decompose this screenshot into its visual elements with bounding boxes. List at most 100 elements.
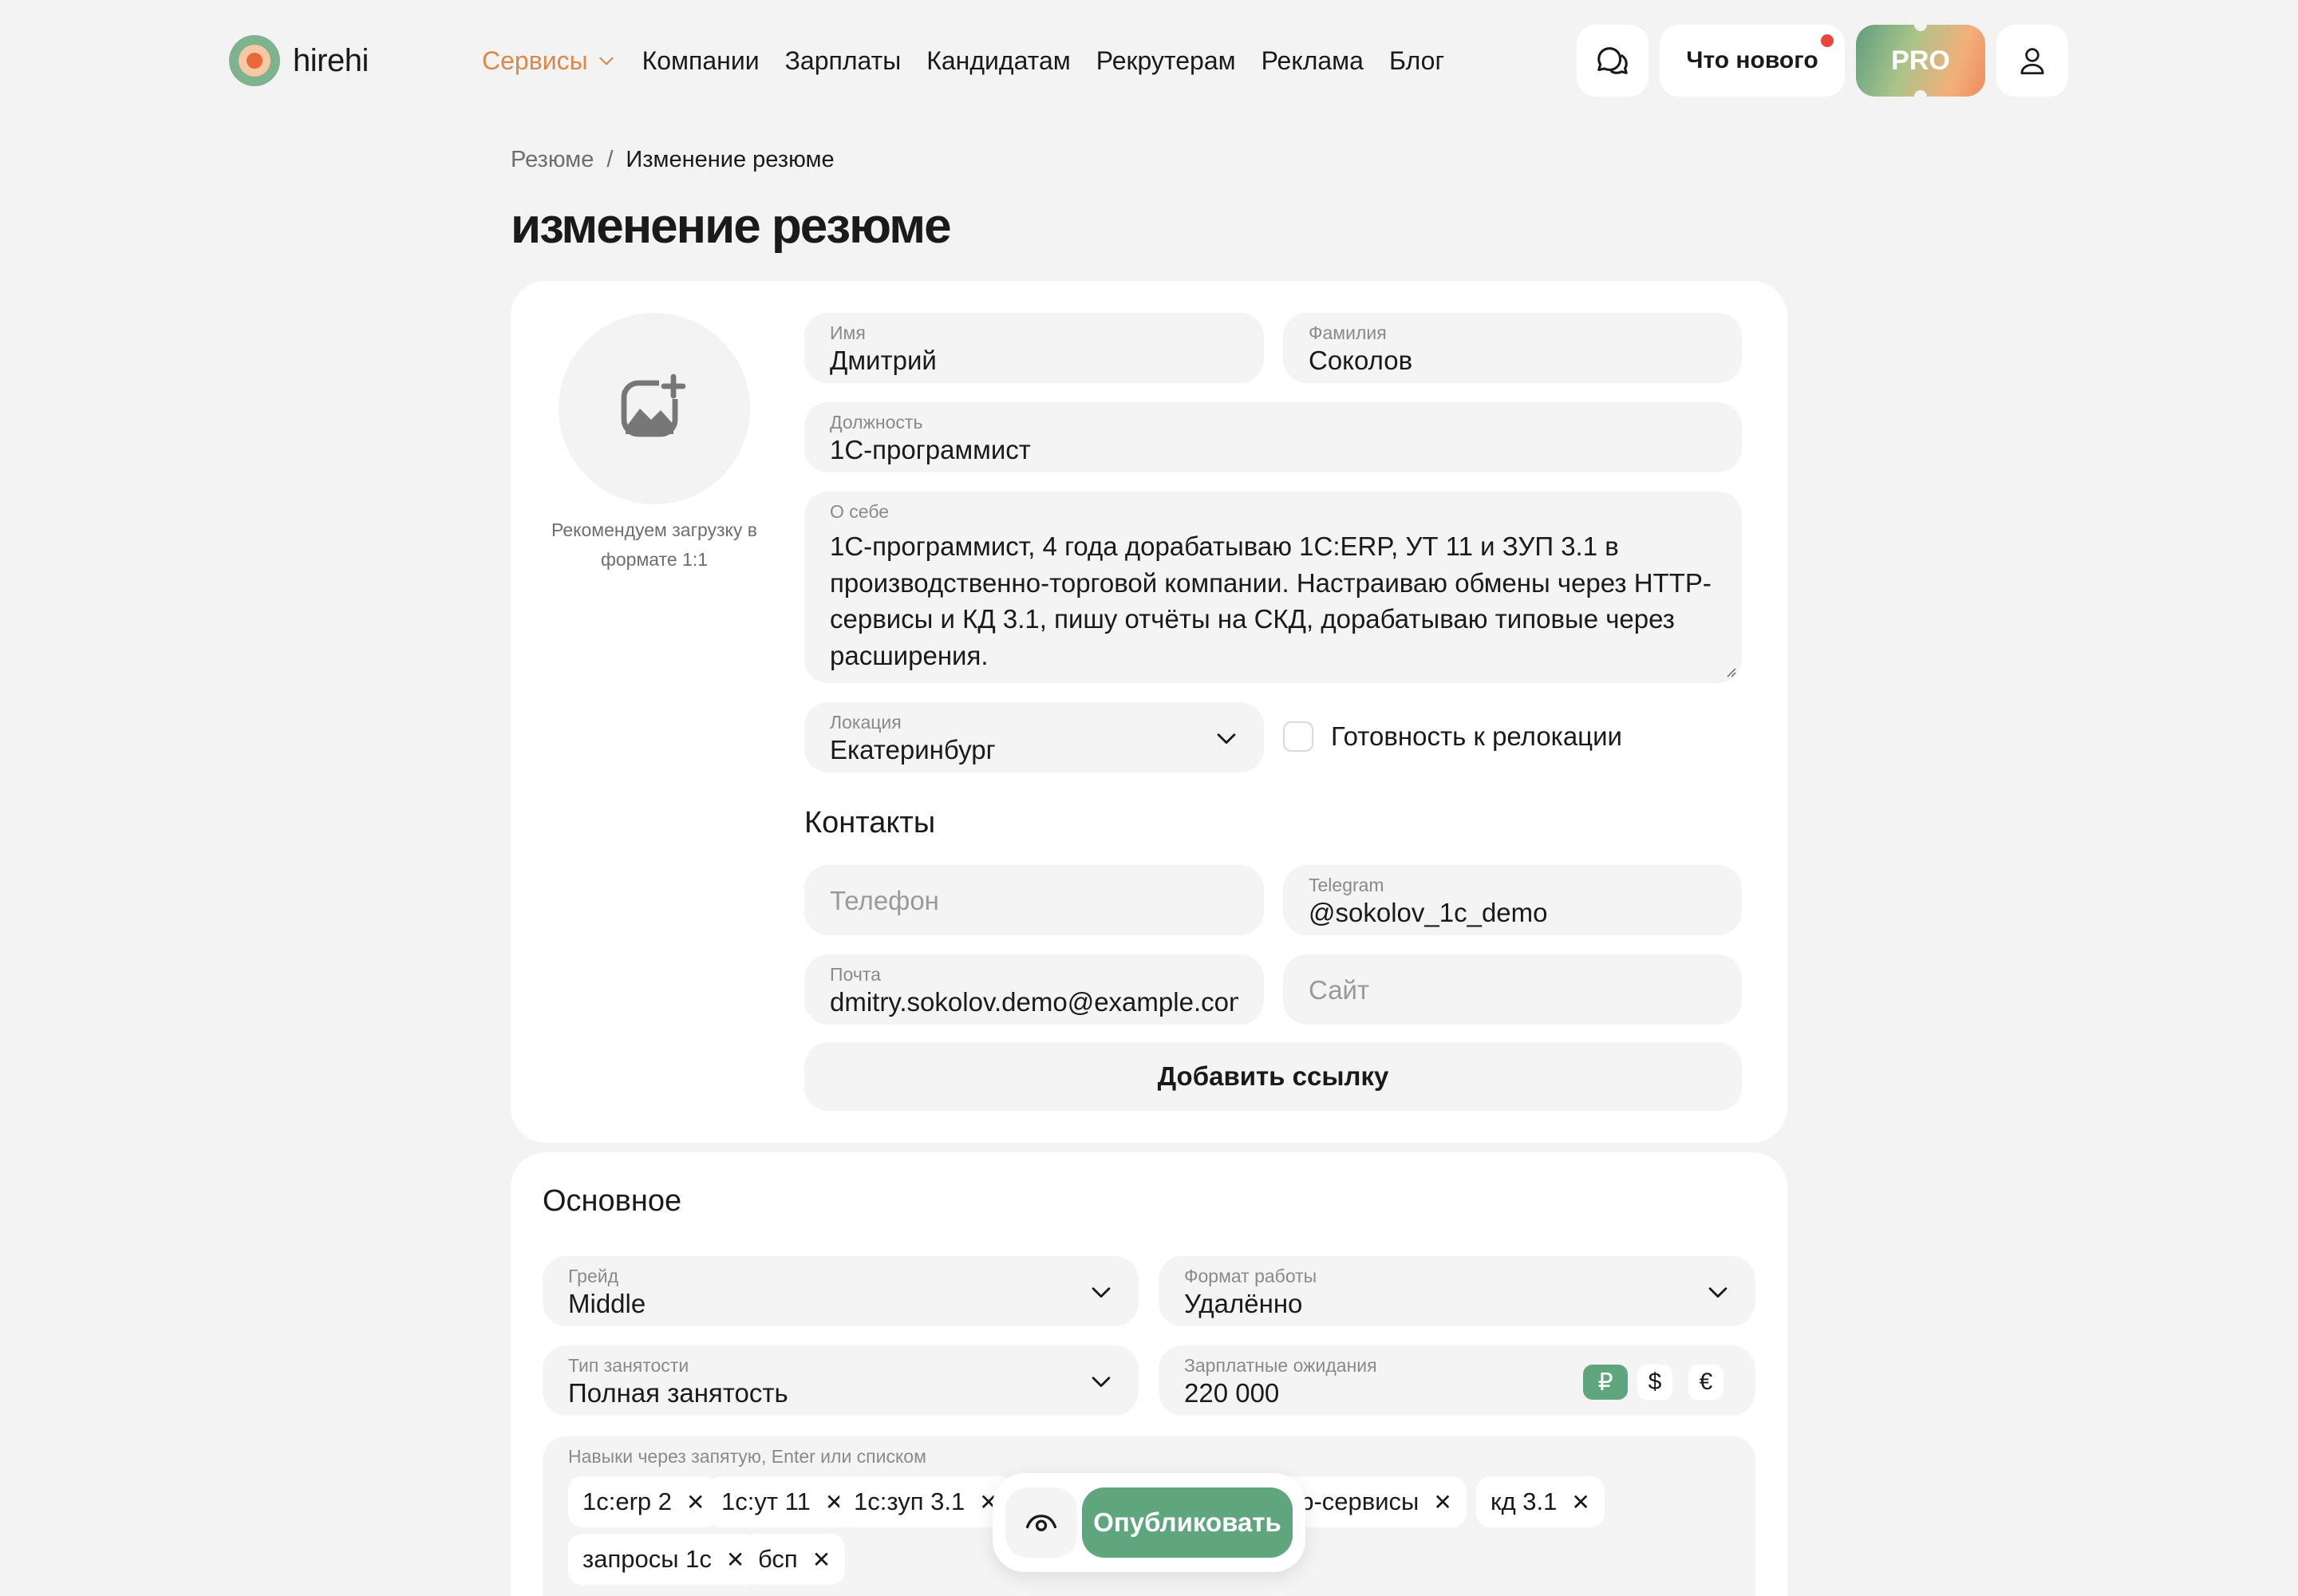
- position-field[interactable]: Должность 1С-программист: [804, 402, 1742, 472]
- email-input[interactable]: Почта dmitry.sokolov.demo@example.com: [804, 954, 1264, 1025]
- preview-button[interactable]: [1005, 1487, 1077, 1558]
- basics-heading: Основное: [543, 1184, 682, 1218]
- work-format-select[interactable]: Формат работы Удалённо: [1159, 1256, 1755, 1326]
- currency-eur-button[interactable]: €: [1688, 1365, 1724, 1400]
- eye-icon: [1025, 1515, 1057, 1531]
- logo-mark-icon: [229, 35, 280, 86]
- remove-skill-icon[interactable]: ✕: [686, 1489, 705, 1515]
- nav-item-ads[interactable]: Реклама: [1262, 46, 1364, 76]
- skill-chip: 1с:erp 2 ✕: [568, 1476, 720, 1527]
- about-textarea[interactable]: О себе 1С-программист, 4 года дорабатыва…: [804, 492, 1742, 683]
- grade-label: Грейд: [568, 1266, 619, 1286]
- nav-item-candidates[interactable]: Кандидатам: [926, 46, 1071, 76]
- first-name-label: Имя: [830, 322, 866, 343]
- telegram-value: @sokolov_1c_demo: [1309, 898, 1548, 927]
- nav-item-companies[interactable]: Компании: [642, 46, 760, 76]
- first-name-value: Дмитрий: [830, 346, 937, 375]
- work-format-label: Формат работы: [1184, 1266, 1317, 1286]
- skill-chip-label: бсп: [758, 1545, 798, 1573]
- currency-usd-button[interactable]: $: [1637, 1365, 1672, 1400]
- whats-new-label: Что нового: [1686, 47, 1818, 73]
- nav-item-services[interactable]: Сервисы: [482, 46, 617, 76]
- employment-type-label: Тип занятости: [568, 1355, 689, 1376]
- notification-dot: [1821, 34, 1834, 47]
- position-value: 1С-программист: [830, 435, 1031, 464]
- telegram-label: Telegram: [1309, 875, 1384, 895]
- breadcrumb-resume-link[interactable]: Резюме: [511, 147, 594, 173]
- remove-skill-icon[interactable]: ✕: [1433, 1489, 1451, 1515]
- phone-input[interactable]: Телефон: [804, 865, 1264, 935]
- about-label: О себе: [830, 501, 890, 522]
- last-name-field[interactable]: Фамилия Соколов: [1283, 313, 1742, 383]
- pro-notch-top: [1914, 18, 1927, 31]
- skill-chip: запросы 1с ✕: [568, 1534, 760, 1585]
- first-name-field[interactable]: Имя Дмитрий: [804, 313, 1264, 383]
- site-input[interactable]: Сайт: [1283, 954, 1742, 1025]
- whats-new-button[interactable]: Что нового: [1660, 25, 1845, 97]
- location-select[interactable]: Локация Екатеринбург: [804, 702, 1264, 772]
- location-label: Локация: [830, 712, 902, 733]
- skill-chip-label: кд 3.1: [1491, 1487, 1558, 1515]
- breadcrumb: Резюме / Изменение резюме: [511, 147, 835, 173]
- logo-text: hirehi: [293, 42, 369, 78]
- skill-chip-label: 1с:зуп 3.1: [854, 1487, 965, 1515]
- grade-select[interactable]: Грейд Middle: [543, 1256, 1139, 1326]
- pro-button[interactable]: PRO: [1856, 18, 1985, 103]
- employment-type-select[interactable]: Тип занятости Полная занятость: [543, 1345, 1139, 1416]
- currency-rub-button[interactable]: ₽: [1583, 1365, 1628, 1400]
- publish-button[interactable]: Опубликовать: [1082, 1487, 1293, 1558]
- location-value: Екатеринбург: [830, 735, 996, 764]
- skill-chip-label: 1с:ут 11: [721, 1487, 811, 1515]
- relocation-checkbox-row[interactable]: Готовность к релокации: [1283, 721, 1622, 752]
- last-name-label: Фамилия: [1309, 322, 1387, 343]
- skill-chip: бсп ✕: [744, 1534, 846, 1585]
- nav-item-blog[interactable]: Блог: [1389, 46, 1444, 76]
- nav-item-recruiters[interactable]: Рекрутерам: [1096, 46, 1236, 76]
- main-nav: Сервисы Компании Зарплаты Кандидатам Рек…: [482, 41, 1470, 80]
- logo[interactable]: hirehi: [229, 35, 369, 86]
- user-icon: [2020, 48, 2044, 75]
- avatar-hint: Рекомендуем загрузку в формате 1:1: [551, 519, 757, 570]
- about-value: 1С-программист, 4 года дорабатываю 1С:ER…: [830, 531, 1712, 670]
- pro-label: PRO: [1891, 45, 1950, 76]
- chevron-down-icon: [1092, 1287, 1111, 1298]
- email-value: dmitry.sokolov.demo@example.com: [830, 987, 1238, 1017]
- nav-item-label: Сервисы: [482, 45, 588, 75]
- breadcrumb-separator: /: [606, 147, 614, 172]
- resize-handle-icon[interactable]: [1723, 664, 1737, 678]
- skill-chip: 1с:ут 11 ✕: [707, 1476, 859, 1527]
- nav-item-salaries[interactable]: Зарплаты: [785, 46, 902, 76]
- skill-chip: 1с:зуп 3.1 ✕: [839, 1476, 1013, 1527]
- chat-button[interactable]: [1577, 25, 1648, 97]
- chevron-down-icon: [1217, 733, 1236, 745]
- chevron-down-icon: [598, 57, 614, 65]
- relocation-checkbox[interactable]: [1283, 721, 1313, 752]
- floating-action-bar: Опубликовать: [993, 1473, 1305, 1572]
- position-label: Должность: [830, 412, 923, 433]
- skills-label: Навыки через запятую, Enter или списком: [568, 1446, 926, 1467]
- remove-skill-icon[interactable]: ✕: [726, 1547, 744, 1573]
- skill-chip-label: 1с:erp 2: [582, 1487, 673, 1515]
- phone-placeholder: Телефон: [830, 886, 939, 915]
- add-image-icon: [621, 373, 688, 437]
- skill-chip: кд 3.1 ✕: [1476, 1476, 1605, 1527]
- salary-input[interactable]: Зарплатные ожидания 220 000 ₽ $ €: [1159, 1345, 1755, 1416]
- breadcrumb-current: Изменение резюме: [626, 147, 835, 172]
- profile-button[interactable]: [1996, 25, 2068, 97]
- remove-skill-icon[interactable]: ✕: [1571, 1489, 1589, 1515]
- last-name-value: Соколов: [1309, 346, 1413, 375]
- site-placeholder: Сайт: [1309, 975, 1370, 1005]
- chat-icon: [1597, 47, 1628, 74]
- add-link-button[interactable]: Добавить ссылку: [804, 1042, 1742, 1111]
- chevron-down-icon: [1092, 1377, 1111, 1388]
- contacts-heading: Контакты: [804, 806, 936, 839]
- email-label: Почта: [830, 964, 881, 985]
- telegram-input[interactable]: Telegram @sokolov_1c_demo: [1283, 865, 1742, 935]
- remove-skill-icon[interactable]: ✕: [812, 1547, 831, 1573]
- page-title: изменение резюме: [511, 199, 952, 254]
- chevron-down-icon: [1708, 1287, 1727, 1298]
- avatar-upload[interactable]: [559, 313, 750, 504]
- pro-notch-bottom: [1914, 90, 1927, 103]
- work-format-value: Удалённо: [1184, 1289, 1303, 1318]
- skill-chip-label: ttp-сервисы: [1286, 1487, 1419, 1515]
